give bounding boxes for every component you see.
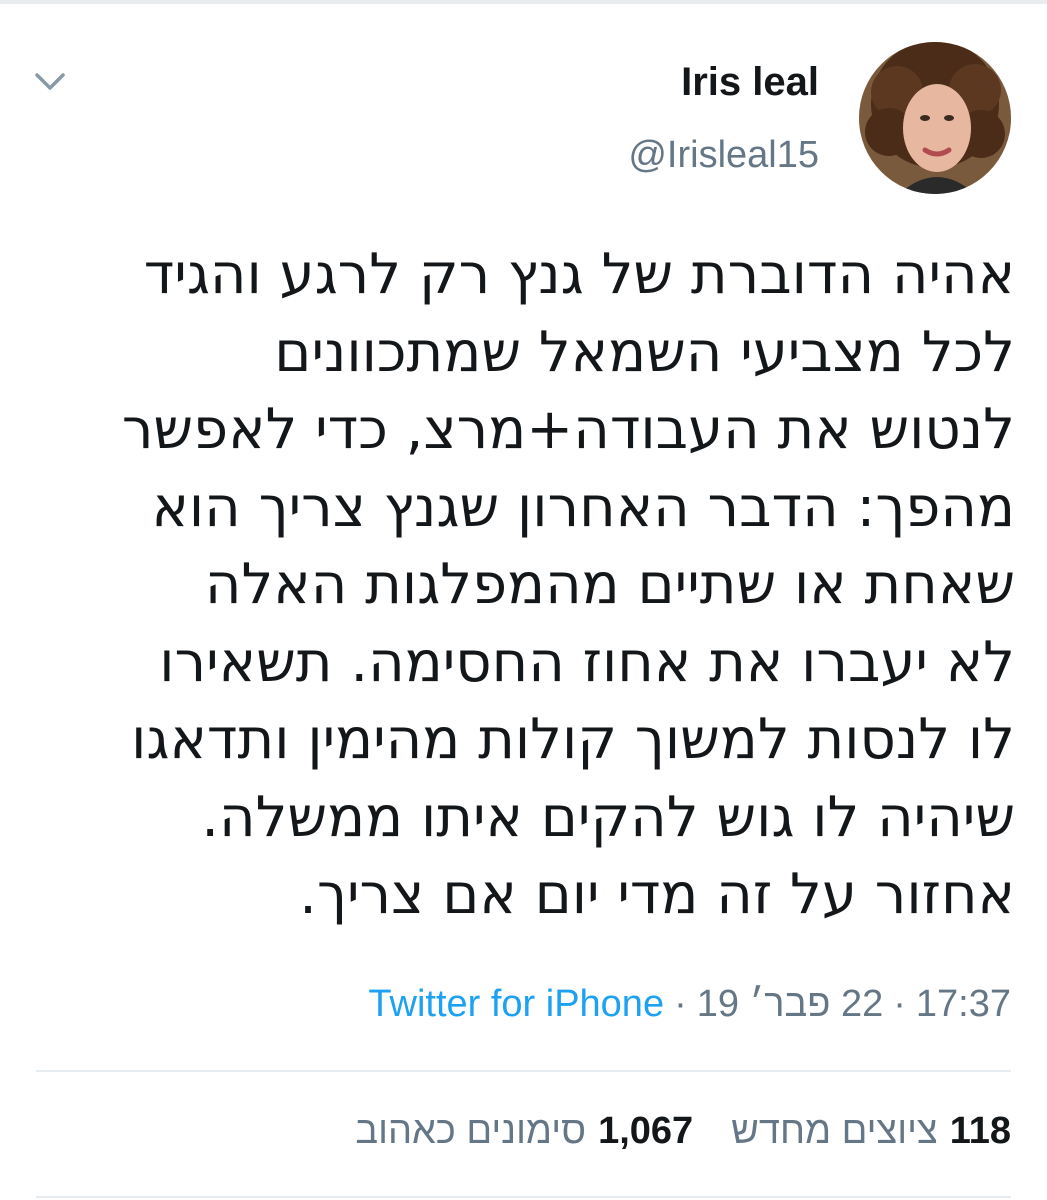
- tweet-date: 22 פבר׳ 19: [696, 983, 884, 1025]
- retweets-stat[interactable]: 118 ציוצים מחדש: [731, 1110, 1011, 1153]
- tweet-line: אהיה הדוברת של גנץ רק לרגע והגיד: [143, 242, 1015, 307]
- retweets-label: ציוצים מחדש: [731, 1110, 938, 1152]
- tweet-meta: Twitter for iPhone · 22 פבר׳ 19 · 17:37: [368, 983, 1011, 1026]
- tweet-stats: 118 ציוצים מחדש 1,067 סימונים כאהוב: [355, 1110, 1011, 1153]
- likes-count: 1,067: [598, 1110, 694, 1152]
- tweet-line: לנטוש את העבודה+מרצ, כדי לאפשר: [121, 397, 1015, 462]
- tweet-detail-page: Iris leal @Irisleal15 אהיה הדוברת של גנץ…: [0, 0, 1047, 1200]
- tweet-line: שאחת או שתיים מהמפלגות האלה: [204, 552, 1015, 617]
- tweet-text: אהיה הדוברת של גנץ רק לרגע והגיד לכל מצב…: [25, 236, 1015, 934]
- bottom-divider: [36, 1196, 1011, 1198]
- chevron-down-icon[interactable]: [30, 62, 70, 102]
- meta-separator: ·: [674, 983, 687, 1025]
- retweets-count: 118: [949, 1110, 1011, 1152]
- tweet-source[interactable]: Twitter for iPhone: [368, 983, 664, 1026]
- author-name[interactable]: Iris leal: [681, 60, 819, 105]
- tweet-line: מהפך: הדבר האחרון שגנץ צריך הוא: [151, 474, 1015, 540]
- tweet-line: שיהיה לו גוש להקים איתו ממשלה.: [201, 784, 1015, 850]
- likes-stat[interactable]: 1,067 סימונים כאהוב: [355, 1110, 693, 1153]
- tweet-line: לא יעברו את אחוז החסימה. תשאירו: [159, 629, 1015, 695]
- divider: [36, 1070, 1011, 1072]
- tweet-line: אחזור על זה מדי יום אם צריך.: [299, 862, 1015, 927]
- avatar[interactable]: [859, 42, 1011, 194]
- tweet-line: לכל מצביעי השמאל שמתכוונים: [274, 319, 1015, 385]
- likes-label: סימונים כאהוב: [355, 1110, 587, 1152]
- meta-separator: ·: [893, 983, 906, 1025]
- top-border: [0, 0, 1047, 4]
- author-handle[interactable]: @Irisleal15: [628, 134, 819, 177]
- tweet-line: לו לנסות למשוך קולות מהימין ותדאגו: [131, 707, 1015, 772]
- tweet-time: 17:37: [915, 983, 1011, 1025]
